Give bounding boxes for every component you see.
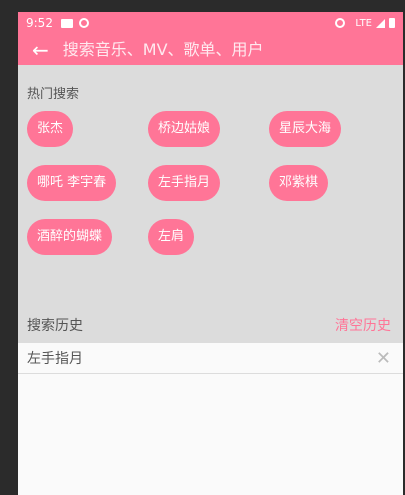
network-label: LTE <box>355 17 372 29</box>
hot-search-section: 热门搜索 张杰 桥边姑娘 星辰大海 哪吒 李宇春 左手指月 邓紫棋 酒醉的蝴蝶 … <box>18 65 403 306</box>
history-item[interactable]: 左手指月 ✕ <box>18 343 403 374</box>
battery-icon <box>389 18 395 28</box>
history-list: 左手指月 ✕ <box>18 343 403 374</box>
search-input[interactable] <box>62 40 363 59</box>
close-icon[interactable]: ✕ <box>376 348 391 369</box>
hot-tag[interactable]: 张杰 <box>27 111 74 147</box>
status-time: 9:52 <box>26 16 53 30</box>
clear-history-button[interactable]: 清空历史 <box>335 315 391 335</box>
hot-tag-list: 张杰 桥边姑娘 星辰大海 哪吒 李宇春 左手指月 邓紫棋 酒醉的蝴蝶 左肩 <box>27 111 403 255</box>
hot-tag[interactable]: 左肩 <box>148 219 195 255</box>
signal-icon <box>376 18 385 28</box>
back-arrow-icon[interactable]: ← <box>32 40 49 60</box>
hot-tag[interactable]: 邓紫棋 <box>269 165 329 201</box>
history-header: 搜索历史 清空历史 <box>18 306 403 343</box>
app-screen: 9:52 LTE ← 热门搜索 张杰 桥边姑娘 星辰大海 哪吒 李宇春 左手指月… <box>18 12 403 495</box>
search-app-bar: ← <box>18 34 403 65</box>
notification-icon <box>60 18 73 28</box>
sync-icon <box>78 18 89 28</box>
hot-tag[interactable]: 哪吒 李宇春 <box>27 165 117 201</box>
history-item-text: 左手指月 <box>27 351 83 367</box>
hot-tag[interactable]: 桥边姑娘 <box>148 111 221 147</box>
location-icon <box>335 18 346 28</box>
hot-tag[interactable]: 酒醉的蝴蝶 <box>27 219 113 255</box>
history-title: 搜索历史 <box>27 317 83 334</box>
hot-tag[interactable]: 左手指月 <box>148 165 221 201</box>
status-bar: 9:52 LTE <box>18 12 403 34</box>
hot-search-title: 热门搜索 <box>27 87 80 102</box>
hot-tag[interactable]: 星辰大海 <box>269 111 342 147</box>
